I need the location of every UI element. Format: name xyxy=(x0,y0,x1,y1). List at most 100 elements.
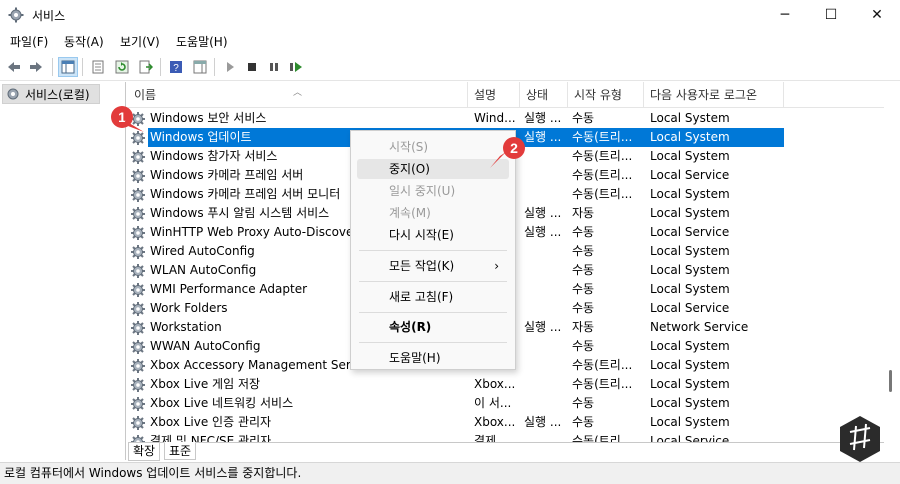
column-header-status[interactable]: 상태 xyxy=(520,82,568,108)
column-header-name[interactable]: 이름 ︿ xyxy=(128,82,468,108)
service-status: 실행 ... xyxy=(524,415,562,429)
context-separator xyxy=(359,281,507,282)
context-pause[interactable]: 일시 중지(U) xyxy=(357,181,509,201)
scrollbar-thumb[interactable] xyxy=(889,370,892,392)
export-toolbar-button[interactable] xyxy=(136,57,156,77)
service-name-cell[interactable]: Xbox Live 게임 저장 xyxy=(130,375,468,394)
service-status xyxy=(524,337,570,356)
close-icon: ✕ xyxy=(871,7,883,23)
console-tree-icon xyxy=(61,60,75,74)
back-button[interactable] xyxy=(4,57,24,77)
vertical-scrollbar[interactable] xyxy=(884,82,900,442)
properties-toolbar-button[interactable] xyxy=(88,57,108,77)
column-description-label: 설명 xyxy=(474,88,497,102)
column-header-description[interactable]: 설명 xyxy=(468,82,520,108)
service-name: Xbox Live 인증 관리자 xyxy=(150,415,272,429)
service-status: 실행 ... xyxy=(524,130,562,144)
minimize-button[interactable]: ─ xyxy=(762,0,808,30)
back-arrow-icon xyxy=(8,62,20,72)
service-status: 실행 ... xyxy=(524,320,562,334)
service-startup-type: 수동 xyxy=(572,263,595,277)
maximize-button[interactable]: ☐ xyxy=(808,0,854,30)
context-restart[interactable]: 다시 시작(E) xyxy=(357,225,509,245)
tab-extended[interactable]: 확장 xyxy=(128,443,161,461)
menu-file[interactable]: 파일(F) xyxy=(10,33,48,50)
context-stop[interactable]: 중지(O) xyxy=(357,159,509,179)
service-name: Windows 업데이트 xyxy=(150,130,252,144)
service-logon-as: Local Service xyxy=(650,168,730,182)
service-row[interactable]: Xbox Live 게임 저장 Xbox... 수동(트리... Local Syst… xyxy=(128,375,884,394)
restart-service-button[interactable] xyxy=(286,57,306,77)
service-startup-type: 수동(트리... xyxy=(572,377,633,391)
sort-ascending-icon: ︿ xyxy=(293,88,303,98)
service-row[interactable]: 결제 및 NFC/SE 관리자 결제... 수동(트리... Local Servic… xyxy=(128,432,884,442)
service-name: 결제 및 NFC/SE 관리자 xyxy=(150,434,272,442)
list-header: 이름 ︿ 설명 상태 시작 유형 다음 사용자로 로그온 xyxy=(128,82,884,108)
export-list-icon xyxy=(139,60,153,74)
column-header-logon-as[interactable]: 다음 사용자로 로그온 xyxy=(644,82,784,108)
status-text: 로컬 컴퓨터에서 Windows 업데이트 서비스를 중지합니다. xyxy=(4,466,302,480)
service-status: 실행 ... xyxy=(524,225,562,239)
help-toolbar-button[interactable]: ? xyxy=(166,57,186,77)
context-properties[interactable]: 속성(R) xyxy=(357,317,509,337)
service-name: Windows 카메라 프레임 서버 모니터 xyxy=(150,187,341,201)
service-name-cell[interactable]: Xbox Live 네트워킹 서비스 xyxy=(130,394,468,413)
service-startup-type: 수동 xyxy=(572,282,595,296)
context-all-tasks[interactable]: 모든 작업(K) › xyxy=(357,256,509,276)
service-row[interactable]: Xbox Live 네트워킹 서비스 이 서... 수동 Local System xyxy=(128,394,884,413)
context-start[interactable]: 시작(S) xyxy=(357,137,509,157)
service-name: Xbox Live 네트워킹 서비스 xyxy=(150,396,294,410)
show-pane-button[interactable] xyxy=(190,57,210,77)
stop-icon xyxy=(248,63,256,71)
service-logon-as: Local System xyxy=(650,263,730,277)
service-startup-type: 수동 xyxy=(572,396,595,410)
service-name: Work Folders xyxy=(150,301,228,315)
context-refresh[interactable]: 새로 고침(F) xyxy=(357,287,509,307)
submenu-arrow-icon: › xyxy=(494,259,499,273)
service-startup-type: 수동(트리... xyxy=(572,187,633,201)
pause-icon xyxy=(270,63,278,71)
service-name: WWAN AutoConfig xyxy=(150,339,261,353)
tab-standard[interactable]: 표준 xyxy=(164,442,197,460)
service-name-cell[interactable]: Xbox Live 인증 관리자 xyxy=(130,413,468,432)
context-help[interactable]: 도움말(H) xyxy=(357,348,509,368)
service-gear-icon xyxy=(131,149,145,164)
service-gear-icon xyxy=(131,415,145,430)
column-logon-label: 다음 사용자로 로그온 xyxy=(650,88,757,102)
menu-view[interactable]: 보기(V) xyxy=(120,33,160,50)
context-resume[interactable]: 계속(M) xyxy=(357,203,509,223)
service-status: 실행 ... xyxy=(524,111,562,125)
service-row[interactable]: Windows 보안 서비스 Wind... 실행 ... 수동 Local Syste… xyxy=(128,109,884,128)
title-bar: 서비스 ─ ☐ ✕ xyxy=(0,0,900,30)
refresh-toolbar-button[interactable] xyxy=(112,57,132,77)
services-gear-icon xyxy=(7,88,19,100)
service-startup-type: 수동 xyxy=(572,244,595,258)
service-status xyxy=(524,280,570,299)
service-name: Windows 참가자 서비스 xyxy=(150,149,278,163)
service-status xyxy=(524,375,570,394)
start-service-button[interactable] xyxy=(220,57,240,77)
service-startup-type: 수동 xyxy=(572,301,595,315)
service-name-cell[interactable]: Windows 보안 서비스 xyxy=(130,109,468,128)
service-row[interactable]: Xbox Live 인증 관리자 Xbox... 실행 ... 수동 Local Sys… xyxy=(128,413,884,432)
show-tree-button[interactable] xyxy=(58,57,78,77)
service-name-cell[interactable]: 결제 및 NFC/SE 관리자 xyxy=(130,432,468,442)
forward-button[interactable] xyxy=(26,57,46,77)
service-status xyxy=(524,166,570,185)
service-gear-icon xyxy=(131,396,145,411)
pause-service-button[interactable] xyxy=(264,57,284,77)
service-logon-as: Local System xyxy=(650,339,730,353)
column-startup-label: 시작 유형 xyxy=(574,88,622,102)
stop-service-button[interactable] xyxy=(242,57,262,77)
context-all-tasks-label: 모든 작업(K) xyxy=(389,259,455,273)
service-gear-icon xyxy=(131,168,145,183)
service-gear-icon xyxy=(131,206,145,221)
service-startup-type: 수동 xyxy=(572,339,595,353)
tree-item-services-local[interactable]: 서비스(로컬) xyxy=(2,84,100,104)
close-button[interactable]: ✕ xyxy=(854,0,900,30)
menu-help[interactable]: 도움말(H) xyxy=(176,33,228,50)
context-separator xyxy=(359,342,507,343)
service-name: Xbox Accessory Management Service xyxy=(150,358,376,372)
menu-action[interactable]: 동작(A) xyxy=(64,33,104,50)
column-header-startup-type[interactable]: 시작 유형 xyxy=(568,82,644,108)
